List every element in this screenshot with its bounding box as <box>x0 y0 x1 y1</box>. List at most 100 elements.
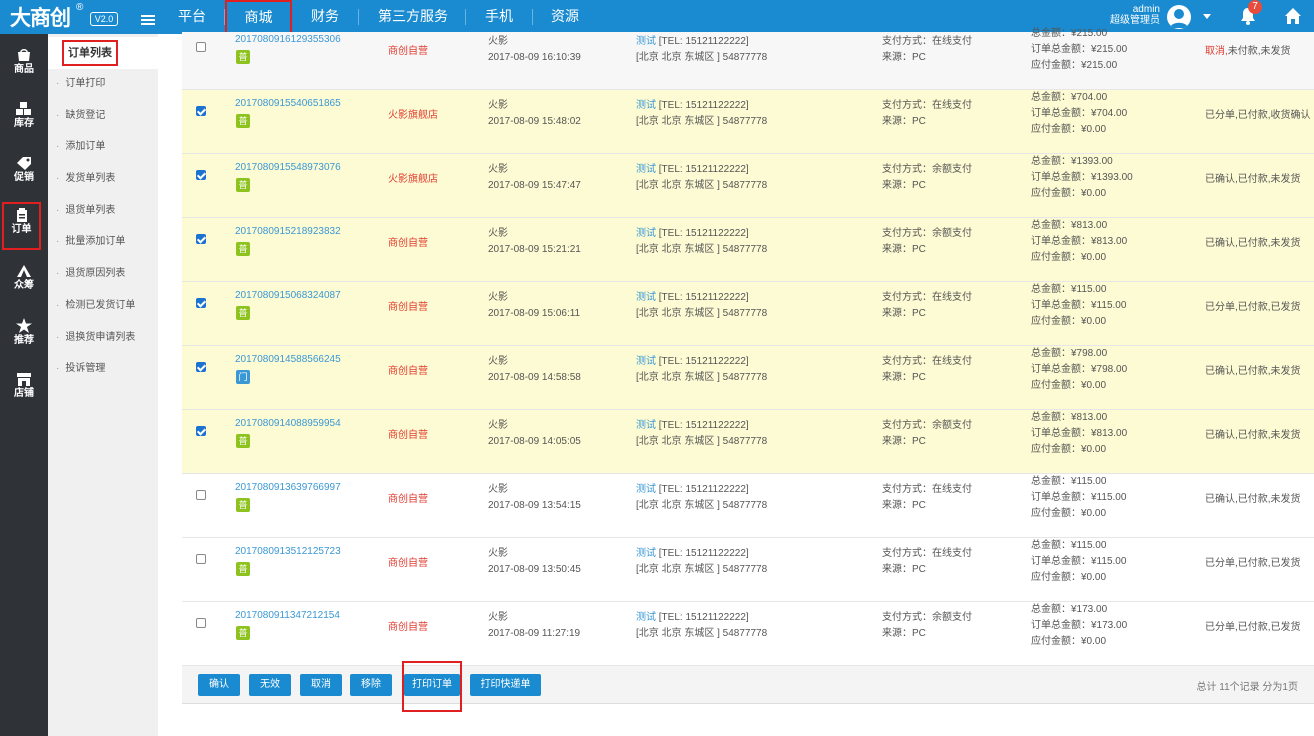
order-number-link[interactable]: 2017080913639766997 <box>235 482 341 493</box>
row-checkbox[interactable] <box>196 490 206 500</box>
nav-mall[interactable]: 商城 <box>225 0 292 34</box>
receiver-name-link[interactable]: 测试 <box>636 292 656 303</box>
receiver-name-link[interactable]: 测试 <box>636 164 656 175</box>
nav-platform[interactable]: 平台 <box>164 0 220 34</box>
shop-name: 商创自营 <box>388 430 428 441</box>
sidebar-item-crowdfunding[interactable]: 众筹 <box>0 258 48 304</box>
total-amount: 总金额：¥1393.00 <box>1031 156 1113 167</box>
order-number-link[interactable]: 2017080915540651865 <box>235 98 341 109</box>
submenu-item[interactable]: 检测已发货订单 <box>56 300 135 312</box>
order-source: 来源：PC <box>882 52 926 63</box>
order-total-amount: 订单总金额：¥215.00 <box>1031 44 1128 55</box>
home-icon[interactable] <box>1284 7 1302 25</box>
order-number-link[interactable]: 2017080915218923832 <box>235 226 341 237</box>
row-checkbox[interactable] <box>196 234 206 244</box>
row-checkbox[interactable] <box>196 298 206 308</box>
receiver-tel: [TEL: 15121122222] <box>658 228 749 239</box>
submenu-item[interactable]: 订单打印 <box>56 78 105 90</box>
row-checkbox[interactable] <box>196 554 206 564</box>
sidebar-item-stock[interactable]: 库存 <box>0 96 48 142</box>
row-checkbox[interactable] <box>196 170 206 180</box>
receiver-name-link[interactable]: 测试 <box>636 612 656 623</box>
nav-mobile[interactable]: 手机 <box>471 0 527 34</box>
receiver-name-link[interactable]: 测试 <box>636 228 656 239</box>
payment-cell: 支付方式：余额支付 来源：PC <box>882 418 972 450</box>
receiver-tel: [TEL: 15121122222] <box>658 612 749 623</box>
receiver-tel: [TEL: 15121122222] <box>658 548 749 559</box>
avatar[interactable] <box>1167 5 1191 29</box>
receiver-name-link[interactable]: 测试 <box>636 36 656 47</box>
user-dropdown-icon[interactable] <box>1203 14 1211 19</box>
nav-divider <box>358 9 359 25</box>
order-time: 2017-08-09 15:21:21 <box>488 244 581 255</box>
receiver-name-link[interactable]: 测试 <box>636 548 656 559</box>
order-source: 来源：PC <box>882 564 926 575</box>
submenu-item-order-list[interactable]: 订单列表 <box>62 40 118 66</box>
order-source: 来源：PC <box>882 244 926 255</box>
submenu-item[interactable]: 发货单列表 <box>56 173 115 185</box>
order-number-link[interactable]: 2017080915068324087 <box>235 290 341 301</box>
print-express-button[interactable]: 打印快递单 <box>470 674 541 696</box>
order-number-link[interactable]: 2017080911347212154 <box>235 610 340 621</box>
nav-finance[interactable]: 财务 <box>297 0 353 34</box>
menu-toggle-icon[interactable] <box>141 15 155 27</box>
row-checkbox[interactable] <box>196 618 206 628</box>
sidebar-item-recommend[interactable]: 推荐 <box>0 312 48 358</box>
notification-badge: 7 <box>1248 0 1262 14</box>
receiver-address: [北京 北京 东城区 ] 54877778 <box>636 372 768 383</box>
submenu-item[interactable]: 缺货登记 <box>56 110 105 122</box>
receiver-tel: [TEL: 15121122222] <box>658 36 749 47</box>
submenu-item[interactable]: 投诉管理 <box>56 363 105 375</box>
payment-cell: 支付方式：在线支付 来源：PC <box>882 34 972 66</box>
receiver-name-link[interactable]: 测试 <box>636 356 656 367</box>
user-info[interactable]: admin 超级管理员 <box>1108 4 1160 26</box>
brand-logo[interactable]: 大商创 <box>10 2 71 32</box>
submenu-item[interactable]: 退换货申请列表 <box>56 332 135 344</box>
row-checkbox[interactable] <box>196 426 206 436</box>
confirm-button[interactable]: 确认 <box>198 674 240 696</box>
receiver-name-link[interactable]: 测试 <box>636 100 656 111</box>
order-status: 已分单,已付款,已发货 <box>1205 618 1301 633</box>
invalid-button[interactable]: 无效 <box>249 674 291 696</box>
order-number-link[interactable]: 2017080915548973076 <box>235 162 341 173</box>
due-amount: 应付金额：¥0.00 <box>1031 380 1107 391</box>
submenu-item[interactable]: 批量添加订单 <box>56 236 125 248</box>
order-source: 来源：PC <box>882 628 926 639</box>
table-row: 2017080915068324087 普 商创自营 火影 2017-08-09 15:… <box>182 282 1314 346</box>
submenu-item[interactable]: 退货原因列表 <box>56 268 125 280</box>
payment-method: 支付方式：余额支付 <box>882 420 972 431</box>
cancel-button[interactable]: 取消 <box>300 674 342 696</box>
receiver-name-link[interactable]: 测试 <box>636 420 656 431</box>
submenu-item[interactable]: 退货单列表 <box>56 205 115 217</box>
order-number-link[interactable]: 2017080916129355306 <box>235 34 341 45</box>
receiver-name-link[interactable]: 测试 <box>636 484 656 495</box>
total-amount: 总金额：¥215.00 <box>1031 28 1108 39</box>
nav-third-party[interactable]: 第三方服务 <box>368 0 458 34</box>
row-checkbox[interactable] <box>196 106 206 116</box>
order-total-amount: 订单总金额：¥115.00 <box>1031 492 1127 503</box>
order-number-link[interactable]: 2017080914588566245 <box>235 354 341 365</box>
sidebar-item-order[interactable]: 订单 <box>2 202 41 250</box>
sidebar-item-promotion[interactable]: 促销 <box>0 150 48 196</box>
sidebar-item-goods[interactable]: 商品 <box>0 42 48 88</box>
table-row: 2017080915548973076 普 火影旗舰店 火影 2017-08-09 15… <box>182 154 1314 218</box>
due-amount: 应付金额：¥215.00 <box>1031 60 1118 71</box>
order-number-link[interactable]: 2017080913512125723 <box>235 546 341 557</box>
order-number-link[interactable]: 2017080914088959954 <box>235 418 341 429</box>
order-status: 已确认,已付款,未发货 <box>1205 170 1301 185</box>
remove-button[interactable]: 移除 <box>350 674 392 696</box>
submenu-item[interactable]: 添加订单 <box>56 141 105 153</box>
due-amount: 应付金额：¥0.00 <box>1031 188 1107 199</box>
order-status: 取消,未付款,未发货 <box>1205 42 1291 57</box>
status-text: 已分单,已付款,收货确认 <box>1205 110 1311 121</box>
nav-resources[interactable]: 资源 <box>537 0 593 34</box>
sidebar-item-store[interactable]: 店铺 <box>0 366 48 412</box>
sidebar-label: 订单 <box>11 224 32 235</box>
row-checkbox[interactable] <box>196 42 206 52</box>
row-checkbox[interactable] <box>196 362 206 372</box>
receiver-address: [北京 北京 东城区 ] 54877778 <box>636 564 768 575</box>
order-time: 2017-08-09 14:05:05 <box>488 436 581 447</box>
order-source: 来源：PC <box>882 308 926 319</box>
user-name: admin <box>1132 4 1160 15</box>
shop-name: 商创自营 <box>388 558 428 569</box>
